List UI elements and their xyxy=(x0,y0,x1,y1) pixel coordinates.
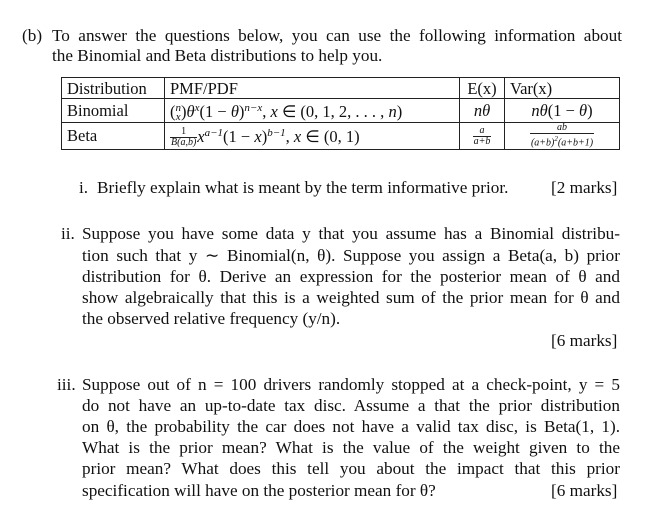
question-iii-line-3: on θ, the probability the car does not h… xyxy=(82,417,620,436)
question-iii-line-5: prior mean? What does this tell you abou… xyxy=(82,459,620,478)
question-i-label: i. xyxy=(79,178,89,197)
header-distribution: Distribution xyxy=(61,77,165,99)
question-iii-line-6: specification will have on the posterior… xyxy=(82,481,436,500)
intro-line-1: To answer the questions below, you can u… xyxy=(52,26,622,45)
row-binomial-mean: nθ xyxy=(459,97,505,124)
question-ii-line-2: tion such that y ∼ Binomial(n, θ). Suppo… xyxy=(82,246,620,265)
table-row: Binomial (n x)θx(1 − θ)n−x, x ∈ (0, 1, 2,… xyxy=(61,97,620,124)
row-beta-mean: a a+b xyxy=(459,122,505,150)
question-i-marks: [2 marks] xyxy=(551,178,618,197)
row-beta-name: Beta xyxy=(61,122,165,150)
row-binomial-pmf: (n x)θx(1 − θ)n−x, x ∈ (0, 1, 2, . . . , … xyxy=(164,97,460,124)
header-variance: Var(x) xyxy=(504,77,620,99)
question-iii-marks: [6 marks] xyxy=(551,481,618,500)
row-binomial-variance: nθ(1 − θ) xyxy=(504,97,620,124)
part-label: (b) xyxy=(22,26,43,45)
question-ii-line-1: Suppose you have some data y that you as… xyxy=(82,224,620,243)
question-i-text: Briefly explain what is meant by the ter… xyxy=(97,178,509,197)
question-ii-marks: [6 marks] xyxy=(551,331,618,350)
question-iii-label: iii. xyxy=(57,375,76,394)
header-pmf: PMF/PDF xyxy=(164,77,460,99)
question-iii-line-1: Suppose out of n = 100 drivers randomly … xyxy=(82,375,620,394)
row-binomial-name: Binomial xyxy=(61,97,165,124)
question-iii-line-4: What is the prior mean? What is the valu… xyxy=(82,438,620,457)
question-ii-line-5: the observed relative frequency (y/n). xyxy=(82,309,341,328)
row-beta-pdf: 1 B(a,b) xa−1(1 − x)b−1, x ∈ (0, 1) xyxy=(164,122,460,150)
question-ii-label: ii. xyxy=(61,224,75,243)
question-ii-line-3: distribution for θ. Derive an expression… xyxy=(82,267,620,286)
distribution-table: Distribution PMF/PDF E(x) Var(x) Binomia… xyxy=(61,77,620,150)
row-beta-variance: ab (a+b)2(a+b+1) xyxy=(504,122,620,150)
question-ii-line-4: show algebraically that this is a weight… xyxy=(82,288,620,307)
intro-line-2: the Binomial and Beta distributions to h… xyxy=(52,46,383,65)
header-mean: E(x) xyxy=(459,77,505,99)
table-row: Beta 1 B(a,b) xa−1(1 − x)b−1, x ∈ (0, 1) a… xyxy=(61,122,620,150)
table-header-row: Distribution PMF/PDF E(x) Var(x) xyxy=(61,77,620,99)
question-iii-line-2: do not have an up-to-date tax disc. Assu… xyxy=(82,396,620,415)
